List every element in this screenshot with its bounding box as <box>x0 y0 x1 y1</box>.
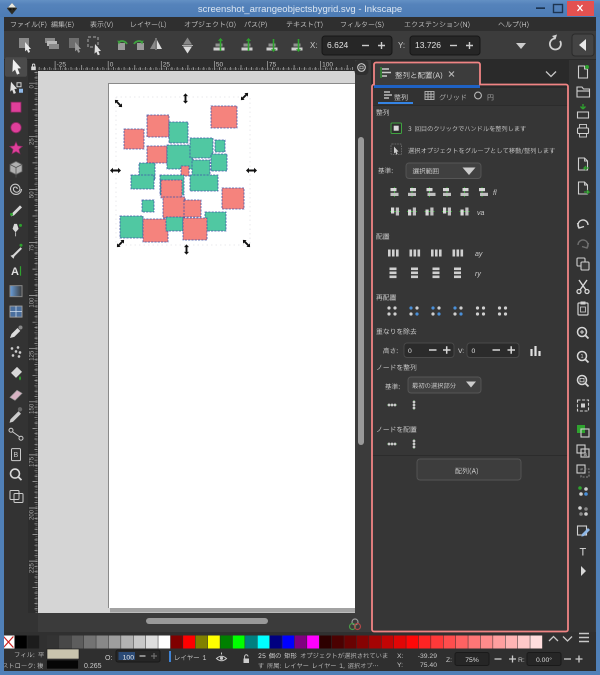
svg-text:X:: X: <box>397 653 404 660</box>
svg-text:50: 50 <box>30 191 36 198</box>
svg-text:25: 25 <box>30 138 36 145</box>
svg-text:ay: ay <box>475 251 483 258</box>
svg-text:0.265: 0.265 <box>84 663 102 670</box>
svg-text:6.624: 6.624 <box>327 40 349 50</box>
svg-text:-25: -25 <box>57 62 67 69</box>
svg-text:O:: O: <box>105 655 112 662</box>
svg-text:ry: ry <box>475 271 481 278</box>
svg-text:Y:: Y: <box>398 41 405 50</box>
svg-text:B: B <box>14 452 19 459</box>
svg-text:13.726: 13.726 <box>415 40 441 50</box>
svg-text:0: 0 <box>408 348 412 355</box>
svg-text:va: va <box>477 210 485 217</box>
svg-text:175: 175 <box>30 456 36 467</box>
svg-text:100: 100 <box>322 62 333 69</box>
svg-text:1: 1 <box>581 354 584 360</box>
svg-text:T: T <box>580 547 587 559</box>
svg-text:75: 75 <box>30 244 36 251</box>
svg-text:0: 0 <box>110 62 114 69</box>
svg-text:50: 50 <box>216 62 224 69</box>
svg-text:75%: 75% <box>465 657 479 664</box>
svg-text:25: 25 <box>163 62 171 69</box>
svg-text:-39.29: -39.29 <box>418 653 437 660</box>
svg-text:200: 200 <box>30 509 36 520</box>
svg-text:Z:: Z: <box>446 657 452 664</box>
svg-text:Y:: Y: <box>397 662 403 669</box>
svg-text:0.00°: 0.00° <box>536 656 552 664</box>
svg-text:75.40: 75.40 <box>420 662 437 669</box>
svg-text:fl: fl <box>493 190 497 197</box>
svg-text:75: 75 <box>269 62 277 69</box>
svg-text:125: 125 <box>30 350 36 361</box>
svg-text:100: 100 <box>30 297 36 308</box>
svg-text:R:: R: <box>518 657 525 664</box>
svg-text:0: 0 <box>472 348 476 355</box>
svg-text:150: 150 <box>30 403 36 414</box>
svg-text:V:: V: <box>458 348 464 355</box>
svg-text:X:: X: <box>310 41 318 50</box>
svg-text:A: A <box>11 266 19 278</box>
svg-text:225: 225 <box>30 562 36 573</box>
svg-text:100: 100 <box>123 655 135 662</box>
svg-text:screenshot_arrangeobjectsbygri: screenshot_arrangeobjectsbygrid.svg - In… <box>198 4 402 15</box>
